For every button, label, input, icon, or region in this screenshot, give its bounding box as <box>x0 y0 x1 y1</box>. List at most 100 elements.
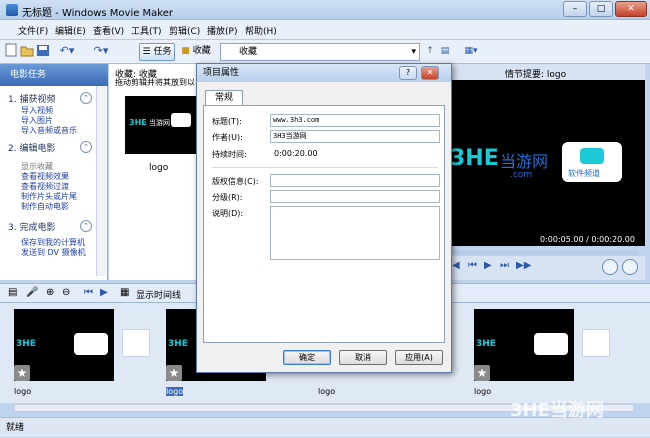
new-project-icon[interactable] <box>4 43 18 61</box>
menu-play[interactable]: 播放(P) <box>207 24 237 37</box>
duration-label: 持续时间: <box>212 150 247 159</box>
preview-header: 情节提要: logo <box>440 64 645 80</box>
collapse-icon[interactable]: ⌃ <box>80 220 92 232</box>
next-frame-icon[interactable]: ⏭ <box>500 260 509 271</box>
split-clip-icon[interactable] <box>602 259 618 275</box>
description-textarea[interactable] <box>270 206 440 260</box>
menu-edit[interactable]: 编辑(E) <box>55 24 86 37</box>
clip-label: logo <box>318 387 336 396</box>
copyright-input[interactable] <box>270 174 440 187</box>
storyboard-icon[interactable]: ▤ <box>8 287 17 298</box>
folder-icon: ■ <box>181 46 190 56</box>
preview-title: 情节提要: logo <box>505 70 567 80</box>
transition-slot[interactable] <box>122 329 150 357</box>
preview-time: 0:00:05.00 / 0:00:20.00 <box>540 235 635 244</box>
description-label: 说明(D): <box>212 209 244 218</box>
app-icon <box>6 4 18 16</box>
dialog-close-button[interactable]: ✕ <box>421 66 439 80</box>
close-button[interactable]: ✕ <box>615 1 647 17</box>
link-send-to-dv[interactable]: 发送到 DV 摄像机 <box>21 247 86 258</box>
play-storyboard-icon[interactable]: ▶ <box>100 287 108 298</box>
redo-icon[interactable]: ↷▾ <box>90 43 112 61</box>
menu-help[interactable]: 帮助(H) <box>245 24 277 37</box>
logo-badge-icon <box>171 113 191 127</box>
title-label: 标题(T): <box>212 117 242 126</box>
divider <box>212 167 438 168</box>
effect-star-icon[interactable]: ★ <box>166 365 182 381</box>
menu-file[interactable]: 文件(F) <box>18 24 48 37</box>
rewind-icon[interactable]: ◀ <box>452 260 460 271</box>
preview-logo-3he: 3HE <box>450 146 499 171</box>
section-edit-title: 2. 编辑电影 <box>8 144 56 154</box>
rating-input[interactable] <box>270 190 440 203</box>
ok-button[interactable]: 确定 <box>283 350 331 365</box>
title-input[interactable]: www.3h3.com <box>270 114 440 127</box>
tasks-icon: ☰ <box>142 47 151 57</box>
transition-slot[interactable] <box>582 329 610 357</box>
link-automovie[interactable]: 制作自动电影 <box>21 201 69 212</box>
tab-general[interactable]: 常规 <box>205 90 243 106</box>
logo-3he-text: 3HE <box>129 118 147 127</box>
preview-badge-icon: 软件频道 <box>562 142 622 182</box>
help-button[interactable]: ? <box>399 66 417 80</box>
collection-clip-thumbnail[interactable]: 3HE 当游网 <box>125 96 197 154</box>
clip-badge-icon <box>534 333 568 355</box>
clip-logo-3he: 3HE <box>476 339 496 349</box>
collections-button[interactable]: ■ 收藏 <box>178 43 214 61</box>
clip-label: logo <box>14 387 32 396</box>
clip-logo-3he: 3HE <box>168 339 188 349</box>
clip-label-selected: logo <box>166 387 184 396</box>
views-icon[interactable]: ▦▾ <box>460 43 482 61</box>
playback-controls: ◀ ⏮ ▶ ⏭ ▶▶ <box>440 256 645 280</box>
menu-tools[interactable]: 工具(T) <box>131 24 162 37</box>
task-pane-scrollbar[interactable] <box>96 86 106 276</box>
menu-view[interactable]: 查看(V) <box>93 24 124 37</box>
toolbar: ↶▾ ↷▾ ☰ 任务 ■ 收藏 收藏 ▾ ↑ ▤ ▦▾ <box>0 40 650 64</box>
author-input[interactable]: 3H3当游网 <box>270 130 440 143</box>
save-icon[interactable] <box>36 43 50 61</box>
menu-bar: 文件(F) 编辑(E) 查看(V) 工具(T) 剪辑(C) 播放(P) 帮助(H… <box>0 20 650 40</box>
properties-dialog: 项目属性 ? ✕ 常规 标题(T): www.3h3.com 作者(U): 3H… <box>196 63 452 373</box>
menu-clip[interactable]: 剪辑(C) <box>169 24 200 37</box>
robot-icon <box>580 148 604 164</box>
snapshot-icon[interactable] <box>622 259 638 275</box>
collapse-icon[interactable]: ⌃ <box>80 92 92 104</box>
task-pane: 电影任务 1. 捕获视频 ⌃ 导入视频 导入图片 导入音频或音乐 2. 编辑电影… <box>0 64 108 280</box>
rewind-storyboard-icon[interactable]: ⏮ <box>84 287 93 298</box>
zoom-out-icon[interactable]: ⊖ <box>62 287 70 298</box>
play-icon[interactable]: ▶ <box>484 260 492 271</box>
zoom-in-icon[interactable]: ⊕ <box>46 287 54 298</box>
tab-general-panel: 标题(T): www.3h3.com 作者(U): 3H3当游网 持续时间: 0… <box>203 105 445 343</box>
timeline-icon: ▦ <box>120 287 130 298</box>
forward-icon[interactable]: ▶▶ <box>516 260 531 271</box>
effect-star-icon[interactable]: ★ <box>474 365 490 381</box>
apply-button[interactable]: 应用(A) <box>395 350 443 365</box>
section-capture-title: 1. 捕获视频 <box>8 95 56 105</box>
undo-icon[interactable]: ↶▾ <box>56 43 78 61</box>
section-finish-title: 3. 完成电影 <box>8 223 56 233</box>
collapse-icon[interactable]: ⌃ <box>80 141 92 153</box>
open-folder-icon[interactable] <box>20 43 34 61</box>
prev-frame-icon[interactable]: ⏮ <box>468 260 477 271</box>
title-bar: 无标题 - Windows Movie Maker – □ ✕ <box>0 0 650 20</box>
narrate-icon[interactable]: 🎤 <box>26 287 38 298</box>
cancel-button[interactable]: 取消 <box>339 350 387 365</box>
minimize-button[interactable]: – <box>563 1 587 17</box>
new-collection-icon[interactable]: ▤ <box>438 43 452 61</box>
collection-clip-label: logo <box>149 163 169 173</box>
effect-star-icon[interactable]: ★ <box>14 365 30 381</box>
duration-value: 0:00:20.00 <box>274 149 318 158</box>
author-label: 作者(U): <box>212 133 243 142</box>
preview-logo-com: .com <box>510 170 533 180</box>
seek-bar[interactable] <box>446 250 639 255</box>
show-timeline-button[interactable]: 显示时间线 <box>136 288 181 301</box>
maximize-button[interactable]: □ <box>589 1 613 17</box>
up-level-icon[interactable]: ↑ <box>424 43 436 61</box>
clip-logo-3he: 3HE <box>16 339 36 349</box>
copyright-label: 版权信息(C): <box>212 177 259 186</box>
tasks-button[interactable]: ☰ 任务 <box>139 43 175 61</box>
clip-label: logo <box>474 387 492 396</box>
collection-dropdown[interactable]: 收藏 ▾ <box>220 43 420 61</box>
link-import-audio[interactable]: 导入音频或音乐 <box>21 125 77 136</box>
preview-logo-cn: 当游网 <box>500 152 549 171</box>
